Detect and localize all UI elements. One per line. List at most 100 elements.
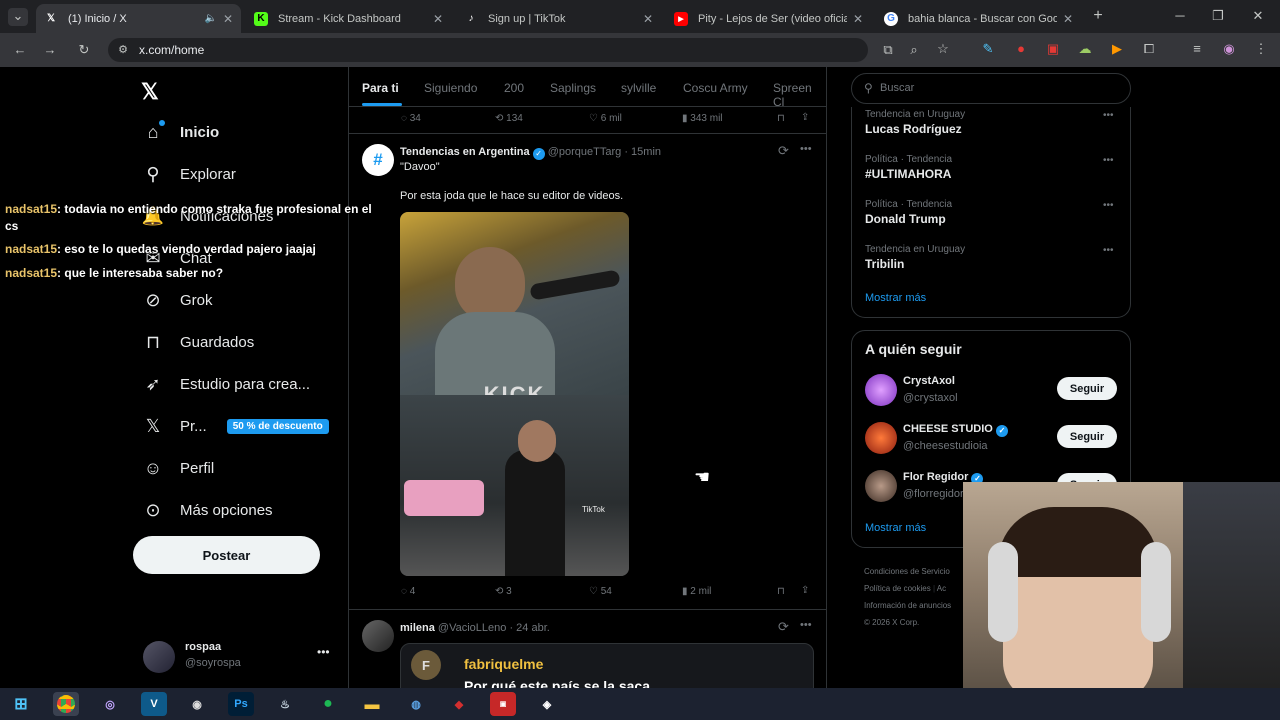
- tab-siguiendo[interactable]: Siguiendo: [424, 81, 477, 95]
- post-author[interactable]: Tendencias en Argentina: [400, 146, 530, 158]
- spotify-taskbar-icon[interactable]: ●: [315, 692, 341, 716]
- grok-post-icon[interactable]: ⟳: [778, 143, 789, 159]
- avatar[interactable]: [865, 470, 897, 502]
- minimize-icon[interactable]: ─: [1172, 8, 1188, 23]
- tab-kick[interactable]: K Stream - Kick Dashboard ✕: [246, 4, 451, 33]
- tab-coscu-army[interactable]: Coscu Army: [683, 81, 748, 95]
- hashtag-avatar-icon[interactable]: #: [362, 144, 394, 176]
- more-icon[interactable]: •••: [1103, 200, 1114, 211]
- share-icon[interactable]: ⇪: [801, 585, 809, 596]
- quoted-post[interactable]: F fabriquelme Por qué este país se la sa…: [400, 643, 814, 688]
- follow-name[interactable]: CrystAxol: [903, 375, 955, 387]
- sidebar-item-premium[interactable]: 𝕏 Pr... 50 % de descuento: [141, 416, 329, 437]
- post-handle[interactable]: @porqueTTarg: [548, 146, 622, 158]
- tab-spreen[interactable]: Spreen Cl: [773, 81, 826, 106]
- extension-play-icon[interactable]: ▶: [1109, 41, 1125, 57]
- bookmark-icon[interactable]: ⊓: [777, 113, 785, 124]
- zoom-icon[interactable]: ⌕: [906, 42, 922, 58]
- new-tab-icon[interactable]: +: [1088, 7, 1108, 25]
- cast-icon[interactable]: ⧉: [880, 42, 896, 58]
- avatar[interactable]: [362, 620, 394, 652]
- profile-icon[interactable]: ◉: [1221, 41, 1237, 57]
- sidebar-item-perfil[interactable]: ☺ Perfil: [141, 458, 214, 479]
- sidebar-item-guardados[interactable]: ⊓ Guardados: [141, 332, 254, 353]
- chrome-taskbar-icon[interactable]: [53, 692, 79, 716]
- photoshop-taskbar-icon[interactable]: Ps: [228, 692, 254, 716]
- reply-button[interactable]: ◌ 34: [401, 113, 421, 124]
- bookmark-star-icon[interactable]: ☆: [935, 41, 951, 57]
- views-button[interactable]: ▮ 2 mil: [682, 586, 711, 597]
- close-tab-icon[interactable]: ✕: [643, 12, 653, 26]
- account-switcher[interactable]: rospaa @soyrospa •••: [143, 639, 333, 673]
- tab-youtube[interactable]: ▶ Pity - Lejos de Ser (video oficial ✕: [666, 4, 871, 33]
- tab-saplings[interactable]: Saplings: [550, 81, 596, 95]
- post[interactable]: # Tendencias en Argentina ✓ @porqueTTarg…: [349, 135, 826, 610]
- site-info-icon[interactable]: ⚙: [116, 43, 130, 56]
- close-tab-icon[interactable]: ✕: [223, 12, 233, 26]
- extension-cloud-icon[interactable]: ☁: [1077, 41, 1093, 57]
- close-tab-icon[interactable]: ✕: [1063, 12, 1073, 26]
- reload-icon[interactable]: ↻: [76, 42, 92, 58]
- forward-icon[interactable]: →: [42, 42, 58, 57]
- back-icon[interactable]: ←: [12, 42, 28, 57]
- tab-x-home[interactable]: 𝕏 (1) Inicio / X 🔈 ✕: [36, 4, 241, 33]
- sidebar-item-inicio[interactable]: ⌂ Inicio: [141, 120, 219, 143]
- menu-icon[interactable]: ⋮: [1253, 41, 1269, 57]
- extension-translate-icon[interactable]: ✎: [980, 41, 996, 57]
- x-logo-icon[interactable]: 𝕏: [141, 79, 159, 105]
- app-taskbar-icon[interactable]: ◆: [446, 692, 472, 716]
- trend-item[interactable]: Tendencia en Uruguay Tribilin: [865, 244, 965, 271]
- more-icon[interactable]: •••: [1103, 245, 1114, 256]
- tab-google[interactable]: G bahia blanca - Buscar con Goo ✕: [876, 4, 1081, 33]
- search-input[interactable]: Buscar: [880, 82, 914, 94]
- address-bar[interactable]: ⚙ x.com/home: [108, 38, 868, 62]
- app-taskbar-icon[interactable]: ◈: [534, 692, 560, 716]
- tab-tiktok[interactable]: ♪ Sign up | TikTok ✕: [456, 4, 661, 33]
- like-button[interactable]: ♡ 54: [589, 586, 612, 597]
- close-tab-icon[interactable]: ✕: [853, 12, 863, 26]
- more-icon[interactable]: •••: [800, 143, 812, 155]
- show-more-link[interactable]: Mostrar más: [865, 292, 926, 304]
- footer-link-accessibility[interactable]: Ac: [937, 584, 946, 593]
- search-box[interactable]: ⚲ Buscar: [851, 73, 1131, 104]
- maximize-icon[interactable]: ❐: [1210, 8, 1226, 24]
- tab-200[interactable]: 200: [504, 81, 524, 95]
- post-time[interactable]: · 24 abr.: [509, 622, 549, 634]
- avatar[interactable]: [865, 374, 897, 406]
- reply-button[interactable]: ◌ 4: [401, 586, 415, 597]
- vegas-taskbar-icon[interactable]: V: [141, 692, 167, 716]
- bookmark-icon[interactable]: ⊓: [777, 586, 785, 597]
- follow-name[interactable]: CHEESE STUDIO: [903, 423, 993, 435]
- more-icon[interactable]: •••: [800, 619, 812, 631]
- reading-list-icon[interactable]: ≡: [1189, 41, 1205, 56]
- post-author[interactable]: milena: [400, 622, 435, 634]
- sidebar-item-mas-opciones[interactable]: ⊙ Más opciones: [141, 500, 272, 521]
- like-button[interactable]: ♡ 6 mil: [589, 113, 622, 124]
- close-tab-icon[interactable]: ✕: [433, 12, 443, 26]
- more-icon[interactable]: •••: [317, 645, 330, 659]
- post-video[interactable]: KICK TikTok: [400, 212, 629, 576]
- repost-button[interactable]: ⟲ 134: [495, 113, 523, 124]
- more-icon[interactable]: •••: [1103, 155, 1114, 166]
- share-icon[interactable]: ⇪: [801, 112, 809, 123]
- repost-button[interactable]: ⟲ 3: [495, 586, 512, 597]
- follow-name[interactable]: Flor Regidor: [903, 471, 968, 483]
- post-button[interactable]: Postear: [133, 536, 320, 574]
- windows-start-icon[interactable]: ⊞: [8, 692, 34, 716]
- follow-handle[interactable]: @cheesestudioia: [903, 440, 988, 452]
- post-handle[interactable]: @VacioLLeno: [438, 622, 506, 634]
- post-time[interactable]: · 15min: [624, 146, 661, 158]
- speaker-icon[interactable]: 🔈: [204, 13, 216, 24]
- extensions-icon[interactable]: ⧠: [1141, 41, 1157, 57]
- extension-shield-icon[interactable]: ●: [1013, 41, 1029, 56]
- footer-link-ads-info[interactable]: Información de anuncios: [864, 597, 951, 614]
- tab-sylville[interactable]: sylville: [621, 81, 656, 95]
- app-taskbar-icon[interactable]: ▣: [490, 692, 516, 716]
- trend-item[interactable]: Tendencia en Uruguay Lucas Rodríguez: [865, 109, 965, 136]
- sidebar-item-explorar[interactable]: ⚲ Explorar: [141, 164, 235, 185]
- tab-search-icon[interactable]: ⌄: [8, 8, 28, 26]
- tab-para-ti[interactable]: Para ti: [362, 81, 399, 95]
- steam-taskbar-icon[interactable]: ♨: [272, 692, 298, 716]
- file-explorer-taskbar-icon[interactable]: ▬: [359, 692, 385, 716]
- extension-video-icon[interactable]: ▣: [1045, 41, 1061, 57]
